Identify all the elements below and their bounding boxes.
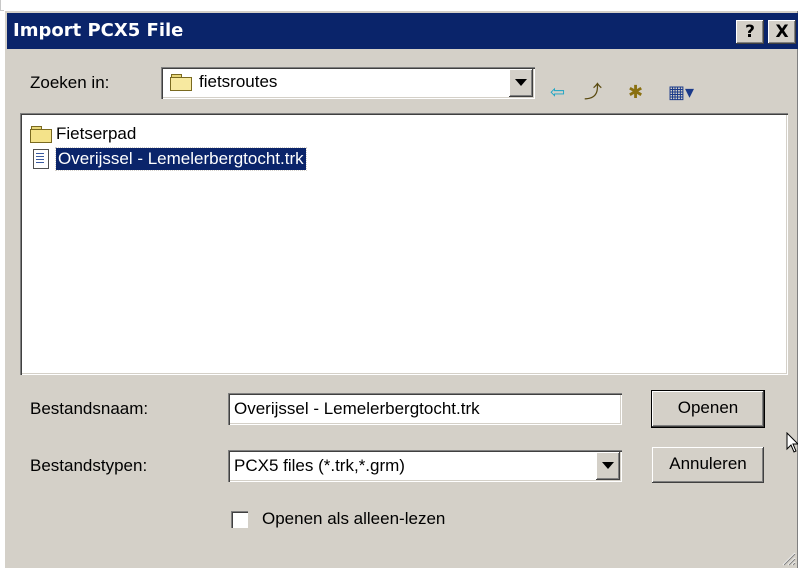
back-icon[interactable]: ⇦ <box>550 82 565 104</box>
look-in-combobox[interactable]: fietsroutes <box>161 67 535 99</box>
new-folder-icon[interactable]: ✱ <box>628 82 643 104</box>
look-in-value: fietsroutes <box>199 72 278 91</box>
help-label: ? <box>745 22 755 42</box>
filetype-label: Bestandstypen: <box>30 456 148 475</box>
filename-label: Bestandsnaam: <box>30 399 149 418</box>
help-button[interactable]: ? <box>736 20 764 44</box>
cancel-button[interactable]: Annuleren <box>652 447 764 483</box>
view-menu-icon[interactable]: ▦▾ <box>668 82 694 104</box>
look-in-dropdown-button[interactable] <box>509 69 533 97</box>
look-in-label: Zoeken in: <box>30 73 110 92</box>
folder-open-icon <box>170 74 192 91</box>
background-line <box>0 0 1 10</box>
filename-input[interactable]: Overijssel - Lemelerbergtocht.trk <box>228 393 622 425</box>
filetype-dropdown-button[interactable] <box>596 452 620 480</box>
file-list[interactable]: Fietserpad Overijssel - Lemelerbergtocht… <box>20 113 788 375</box>
filetype-value: PCX5 files (*.trk,*.grm) <box>234 456 405 475</box>
open-button[interactable]: Openen <box>651 390 765 428</box>
title-bar: Import PCX5 File ? X <box>7 13 798 49</box>
readonly-checkbox[interactable] <box>231 511 248 528</box>
filetype-combobox[interactable]: PCX5 files (*.trk,*.grm) <box>228 450 622 482</box>
filename-value: Overijssel - Lemelerbergtocht.trk <box>234 399 480 418</box>
list-item-label: Overijssel - Lemelerbergtocht.trk <box>55 147 307 171</box>
list-item-label: Fietserpad <box>56 124 137 143</box>
close-label: X <box>775 22 789 42</box>
open-button-label: Openen <box>677 398 739 417</box>
folder-icon <box>30 126 52 143</box>
cancel-button-label: Annuleren <box>669 454 747 473</box>
import-dialog: Import PCX5 File ? X Zoeken in: fietsrou… <box>4 10 798 568</box>
dialog-title: Import PCX5 File <box>13 20 184 41</box>
file-icon <box>33 149 49 169</box>
readonly-label[interactable]: Openen als alleen-lezen <box>262 509 445 529</box>
resize-grip-icon[interactable] <box>780 550 796 566</box>
close-button[interactable]: X <box>768 20 796 44</box>
cursor-icon <box>786 432 798 453</box>
up-folder-icon[interactable]: ⤴ <box>584 82 602 104</box>
